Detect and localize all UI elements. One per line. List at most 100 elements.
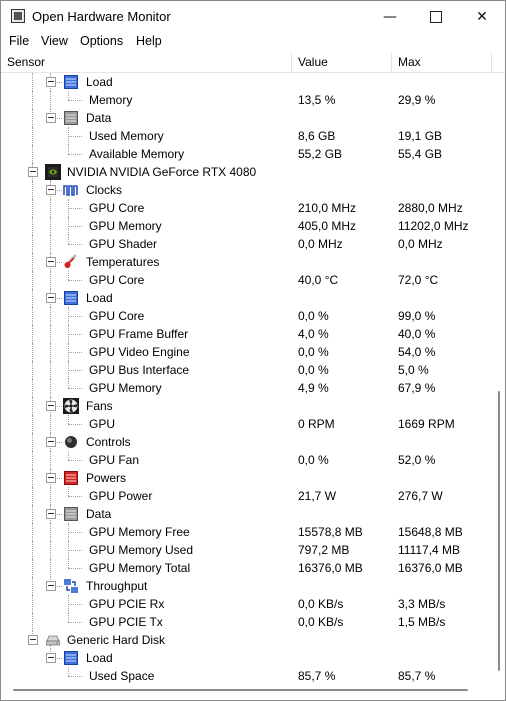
tree-guide-line [32, 235, 33, 253]
horizontal-scrollbar[interactable] [13, 689, 468, 691]
collapse-toggle-icon[interactable] [46, 77, 56, 87]
tree-guide-line [32, 181, 33, 199]
collapse-toggle-icon[interactable] [46, 653, 56, 663]
collapse-toggle-icon[interactable] [28, 635, 38, 645]
sensor-row[interactable]: GPU Memory Free 15578,8 MB 15648,8 MB [1, 523, 491, 541]
sensor-group-row[interactable]: Data [1, 505, 491, 523]
sensor-row[interactable]: GPU Memory 4,9 % 67,9 % [1, 379, 491, 397]
sensor-value: 15578,8 MB [298, 525, 363, 539]
header-max[interactable]: Max [398, 55, 421, 69]
maximize-button[interactable] [413, 1, 459, 32]
collapse-toggle-icon[interactable] [46, 113, 56, 123]
menu-help[interactable]: Help [136, 34, 162, 48]
sensor-name: GPU Power [89, 489, 153, 503]
sensor-row[interactable]: GPU Memory Total 16376,0 MB 16376,0 MB [1, 559, 491, 577]
throughput-icon [63, 578, 79, 594]
tree-guide-line [32, 253, 33, 271]
title-bar[interactable]: Open Hardware Monitor — ✕ [1, 1, 505, 32]
tree-guide-line [50, 235, 51, 253]
sensor-group-row[interactable]: Controls [1, 433, 491, 451]
sensor-row[interactable]: GPU Shader 0,0 MHz 0,0 MHz [1, 235, 491, 253]
collapse-toggle-icon[interactable] [46, 473, 56, 483]
load-icon [63, 290, 79, 306]
sensor-row[interactable]: GPU Memory Used 797,2 MB 11117,4 MB [1, 541, 491, 559]
tree-guide-line [68, 226, 82, 227]
tree-guide-line [32, 577, 33, 595]
sensor-max: 276,7 W [398, 489, 443, 503]
tree-guide-line [68, 451, 69, 460]
tree-guide-line [50, 325, 51, 343]
sensor-row[interactable]: GPU PCIE Rx 0,0 KB/s 3,3 MB/s [1, 595, 491, 613]
sensor-row[interactable]: GPU Frame Buffer 4,0 % 40,0 % [1, 325, 491, 343]
sensor-row[interactable]: GPU 0 RPM 1669 RPM [1, 415, 491, 433]
tree-guide-line [32, 343, 33, 361]
collapse-toggle-icon[interactable] [46, 257, 56, 267]
vertical-scroll-thumb[interactable] [498, 391, 500, 671]
sensor-group-row[interactable]: Powers [1, 469, 491, 487]
menu-options[interactable]: Options [80, 34, 123, 48]
column-divider[interactable] [291, 52, 292, 72]
sensor-row[interactable]: Used Space 85,7 % 85,7 % [1, 667, 491, 685]
sensor-max: 5,0 % [398, 363, 429, 377]
tree-guide-line [50, 199, 51, 217]
sensor-row[interactable]: GPU Bus Interface 0,0 % 5,0 % [1, 361, 491, 379]
sensor-max: 15648,8 MB [398, 525, 463, 539]
sensor-value: 797,2 MB [298, 543, 350, 557]
sensor-row[interactable]: GPU Video Engine 0,0 % 54,0 % [1, 343, 491, 361]
sensor-group-row[interactable]: Load [1, 73, 491, 91]
tree-guide-line [32, 523, 33, 541]
sensor-row[interactable]: GPU PCIE Tx 0,0 KB/s 1,5 MB/s [1, 613, 491, 631]
collapse-toggle-icon[interactable] [46, 437, 56, 447]
sensor-row[interactable]: GPU Fan 0,0 % 52,0 % [1, 451, 491, 469]
sensor-group-row[interactable]: Clocks [1, 181, 491, 199]
close-button[interactable]: ✕ [459, 1, 505, 32]
sensor-name: Generic Hard Disk [67, 633, 166, 647]
tree-guide-line [68, 667, 69, 676]
collapse-toggle-icon[interactable] [46, 185, 56, 195]
tree-guide-line [55, 514, 62, 515]
sensor-name: Clocks [86, 183, 123, 197]
column-divider[interactable] [391, 52, 392, 72]
sensor-row[interactable]: GPU Core 40,0 °C 72,0 °C [1, 271, 491, 289]
fan-icon [63, 398, 79, 414]
tree-guide-line [68, 676, 82, 677]
sensor-value: 85,7 % [298, 669, 336, 683]
tree-guide-line [32, 271, 33, 289]
hardware-row[interactable]: Generic Hard Disk [1, 631, 491, 649]
power-icon [63, 470, 79, 486]
tree-guide-line [32, 541, 33, 559]
data-icon [63, 110, 79, 126]
sensor-row[interactable]: GPU Power 21,7 W 276,7 W [1, 487, 491, 505]
tree-guide-line [55, 658, 62, 659]
sensor-row[interactable]: GPU Memory 405,0 MHz 11202,0 MHz [1, 217, 491, 235]
sensor-group-row[interactable]: Throughput [1, 577, 491, 595]
sensor-row[interactable]: Used Memory 8,6 GB 19,1 GB [1, 127, 491, 145]
sensor-row[interactable]: GPU Core 0,0 % 99,0 % [1, 307, 491, 325]
tree-guide-line [68, 496, 82, 497]
collapse-toggle-icon[interactable] [46, 581, 56, 591]
tree-guide-line [32, 451, 33, 469]
sensor-group-row[interactable]: Load [1, 649, 491, 667]
sensor-group-row[interactable]: Temperatures [1, 253, 491, 271]
sensor-group-row[interactable]: Fans [1, 397, 491, 415]
column-divider[interactable] [491, 52, 492, 72]
sensor-value: 210,0 MHz [298, 201, 357, 215]
sensor-group-row[interactable]: Load [1, 289, 491, 307]
collapse-toggle-icon[interactable] [46, 509, 56, 519]
vertical-scrollbar[interactable] [495, 73, 503, 697]
collapse-toggle-icon[interactable] [46, 401, 56, 411]
menu-file[interactable]: File [9, 34, 29, 48]
menu-view[interactable]: View [41, 34, 68, 48]
hardware-row[interactable]: NVIDIA NVIDIA GeForce RTX 4080 [1, 163, 491, 181]
header-value[interactable]: Value [298, 55, 328, 69]
sensor-row[interactable]: Memory 13,5 % 29,9 % [1, 91, 491, 109]
header-sensor[interactable]: Sensor [7, 55, 45, 69]
minimize-button[interactable]: — [367, 1, 413, 32]
sensor-row[interactable]: Available Memory 55,2 GB 55,4 GB [1, 145, 491, 163]
hard-disk-icon [45, 632, 61, 648]
sensor-group-row[interactable]: Data [1, 109, 491, 127]
sensor-name: GPU Memory [89, 219, 162, 233]
sensor-row[interactable]: GPU Core 210,0 MHz 2880,0 MHz [1, 199, 491, 217]
collapse-toggle-icon[interactable] [46, 293, 56, 303]
collapse-toggle-icon[interactable] [28, 167, 38, 177]
